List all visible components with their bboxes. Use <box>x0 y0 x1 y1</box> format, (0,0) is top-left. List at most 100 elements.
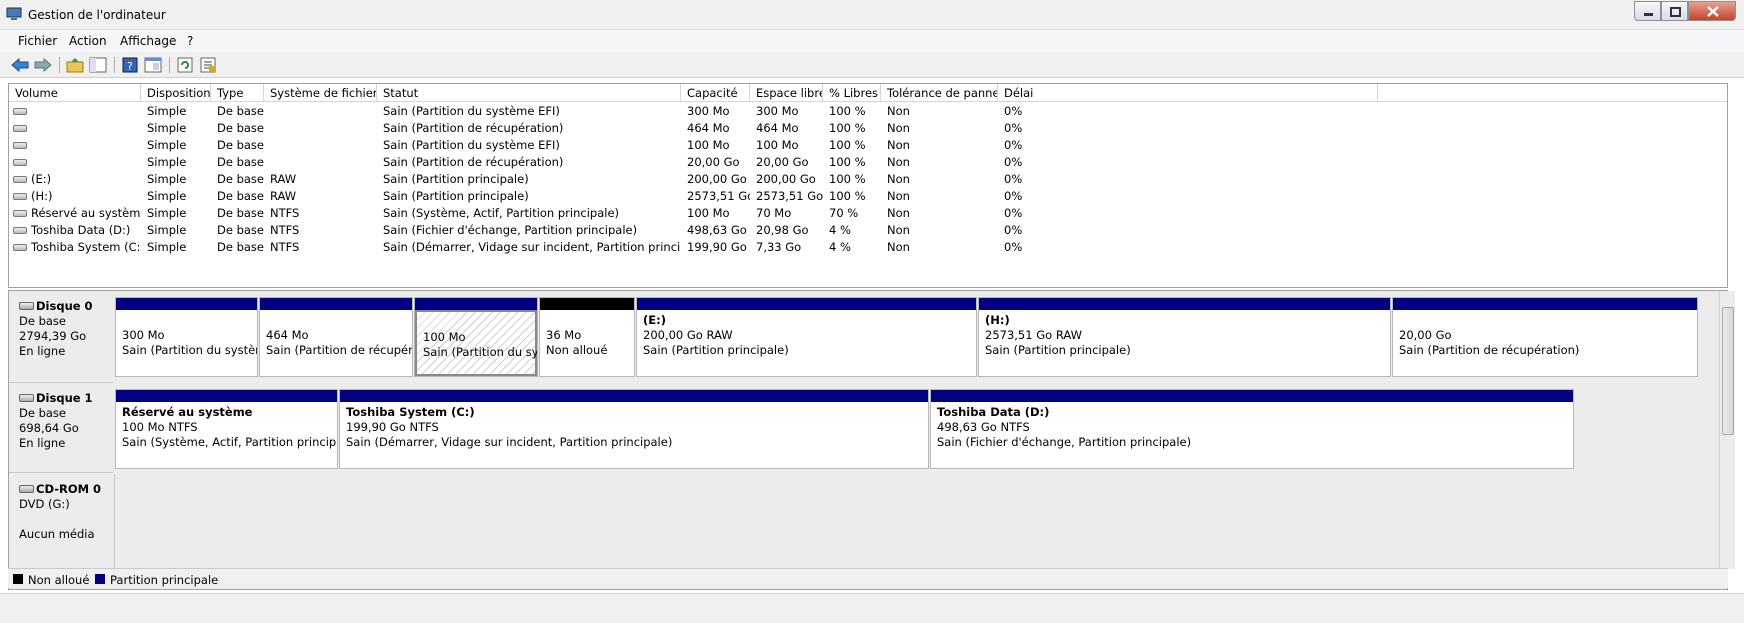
partition-recovery-464[interactable]: 464 MoSain (Partition de récupération <box>259 297 413 377</box>
cell-volume: Toshiba Data (D:) <box>13 222 141 239</box>
cell-delay: 0% <box>1004 206 1023 220</box>
cell-volume: Réservé au système <box>13 205 141 222</box>
volume-name: Toshiba System (C:) <box>31 240 141 254</box>
column-header-fault-tolerance[interactable]: Tolérance de pannes <box>881 84 998 102</box>
disk-state: En ligne <box>19 344 66 358</box>
column-header-capacity[interactable]: Capacité <box>681 84 750 102</box>
partition-name: (E:) <box>643 313 666 327</box>
partition-type-bar <box>340 390 928 402</box>
volume-row[interactable]: (H:) Simple De base RAW Sain (Partition prin… <box>9 188 1727 205</box>
partition-efi-300[interactable]: 300 MoSain (Partition du système E <box>115 297 258 377</box>
help-icon[interactable]: ? <box>120 55 140 75</box>
partition-h[interactable]: (H:) 2573,51 Go RAW Sain (Partition princi… <box>978 297 1391 377</box>
cell-filesystem <box>268 120 377 137</box>
volume-icon <box>13 193 27 200</box>
cell-status: Sain (Partition de récupération) <box>383 121 564 135</box>
menu-affichage[interactable]: Affichage <box>120 34 176 48</box>
cdrom-empty-area <box>114 474 1714 569</box>
cell-capacity: 200,00 Go <box>687 172 747 186</box>
cdrom-icon <box>19 485 34 493</box>
volume-row[interactable]: Simple De base Sain (Partition de récupéra… <box>9 154 1727 171</box>
cell-status: Sain (Partition principale) <box>383 189 529 203</box>
partition-name <box>122 313 257 328</box>
hard-disk-icon <box>19 302 34 310</box>
column-header-percent-free[interactable]: % Libres <box>823 84 881 102</box>
disk-type: De base <box>19 406 66 420</box>
minimize-button[interactable] <box>1634 1 1661 21</box>
volume-icon <box>13 159 27 166</box>
cell-disposition: Simple <box>147 155 187 169</box>
partition-e[interactable]: (E:) 200,00 Go RAW Sain (Partition princip… <box>636 297 977 377</box>
partition-type-bar <box>637 298 976 310</box>
partition-status: Sain (Fichier d'échange, Partition princ… <box>937 435 1192 449</box>
partition-toshiba-data-d[interactable]: Toshiba Data (D:) 498,63 Go NTFS Sain (Fic… <box>930 389 1574 469</box>
show-hide-tree-icon[interactable] <box>88 55 108 75</box>
column-header-disposition[interactable]: Disposition <box>141 84 211 102</box>
partition-type-bar <box>979 298 1390 310</box>
cell-filesystem: NTFS <box>270 223 300 237</box>
properties-icon[interactable] <box>143 55 163 75</box>
volume-row[interactable]: (E:) Simple De base RAW Sain (Partition prin… <box>9 171 1727 188</box>
disk-graphic-view: Disque 0 De base 2794,39 Go En ligne 300… <box>8 290 1735 590</box>
partition-type-bar <box>931 390 1573 402</box>
restore-button[interactable] <box>1661 1 1688 21</box>
column-header-free-space[interactable]: Espace libre <box>750 84 823 102</box>
cdrom-0-label[interactable]: CD-ROM 0 DVD (G:) Aucun média <box>9 474 113 569</box>
status-bar <box>0 593 1744 623</box>
partition-unallocated[interactable]: 36 Mo Non alloué <box>539 297 635 377</box>
disk-size <box>19 512 113 527</box>
partition-system-reserved[interactable]: Réservé au système 100 Mo NTFS Sain (Systè… <box>115 389 338 469</box>
hard-disk-icon <box>19 394 34 402</box>
column-header-filesystem[interactable]: Système de fichiers <box>264 84 377 102</box>
menu-bar: Fichier Action Affichage ? <box>0 30 1744 52</box>
column-header-volume[interactable]: Volume <box>9 84 141 102</box>
scrollbar-thumb[interactable] <box>1722 307 1734 435</box>
cell-fault-tolerance: Non <box>887 223 910 237</box>
cell-filesystem: NTFS <box>270 206 300 220</box>
cell-volume: (E:) <box>13 171 141 188</box>
volume-row[interactable]: Réservé au système Simple De base NTFS Sain … <box>9 205 1727 222</box>
refresh-icon[interactable] <box>175 55 195 75</box>
column-header-delay[interactable]: Délai <box>998 84 1378 102</box>
partition-status: Sain (Partition principale) <box>985 343 1131 357</box>
cell-fault-tolerance: Non <box>887 121 910 135</box>
cell-status: Sain (Partition principale) <box>383 172 529 186</box>
partition-type-bar <box>116 390 337 402</box>
menu-fichier[interactable]: Fichier <box>18 34 57 48</box>
menu-help[interactable]: ? <box>187 34 193 48</box>
export-list-icon[interactable] <box>198 55 218 75</box>
cell-free-space: 464 Mo <box>756 121 799 135</box>
column-header-status[interactable]: Statut <box>377 84 681 102</box>
volume-name: Toshiba Data (D:) <box>31 223 131 237</box>
cell-type: De base <box>217 223 264 237</box>
legend-label-unallocated: Non alloué <box>28 573 90 587</box>
disk-0-label[interactable]: Disque 0 De base 2794,39 Go En ligne <box>9 291 113 383</box>
partition-toshiba-system-c[interactable]: Toshiba System (C:) 199,90 Go NTFS Sain (D… <box>339 389 929 469</box>
volume-row[interactable]: Toshiba Data (D:) Simple De base NTFS Sain (… <box>9 222 1727 239</box>
column-header-type[interactable]: Type <box>211 84 264 102</box>
close-button[interactable] <box>1688 1 1736 21</box>
partition-efi-100-selected[interactable]: 100 Mo Sain (Partition du syst <box>414 297 538 377</box>
close-icon <box>1707 6 1719 17</box>
disk-type: DVD (G:) <box>19 497 70 511</box>
volume-row[interactable]: Simple De base Sain (Partition de récupéra… <box>9 120 1727 137</box>
cell-volume <box>13 137 141 154</box>
cell-free-space: 100 Mo <box>756 138 799 152</box>
graphic-vertical-scrollbar[interactable] <box>1719 291 1735 569</box>
menu-action[interactable]: Action <box>69 34 107 48</box>
cell-type: De base <box>217 138 264 152</box>
legend: Non alloué Partition principale <box>8 568 1728 588</box>
back-arrow-icon[interactable] <box>10 55 30 75</box>
partition-recovery-20[interactable]: 20,00 Go Sain (Partition de récupération) <box>1392 297 1698 377</box>
legend-label-primary: Partition principale <box>110 573 219 587</box>
disk-1-label[interactable]: Disque 1 De base 698,64 Go En ligne <box>9 383 113 473</box>
forward-arrow-icon[interactable] <box>33 55 53 75</box>
partition-status: Sain (Système, Actif, Partition principa… <box>122 435 338 449</box>
cell-free-space: 2573,51 Go <box>756 189 823 203</box>
cell-status: Sain (Partition de récupération) <box>383 155 564 169</box>
up-folder-icon[interactable] <box>65 55 85 75</box>
volume-row[interactable]: Toshiba System (C:) Simple De base NTFS Sain… <box>9 239 1727 256</box>
volume-icon <box>13 142 27 149</box>
volume-row[interactable]: Simple De base Sain (Partition du système … <box>9 137 1727 154</box>
volume-row[interactable]: Simple De base Sain (Partition du système … <box>9 103 1727 120</box>
